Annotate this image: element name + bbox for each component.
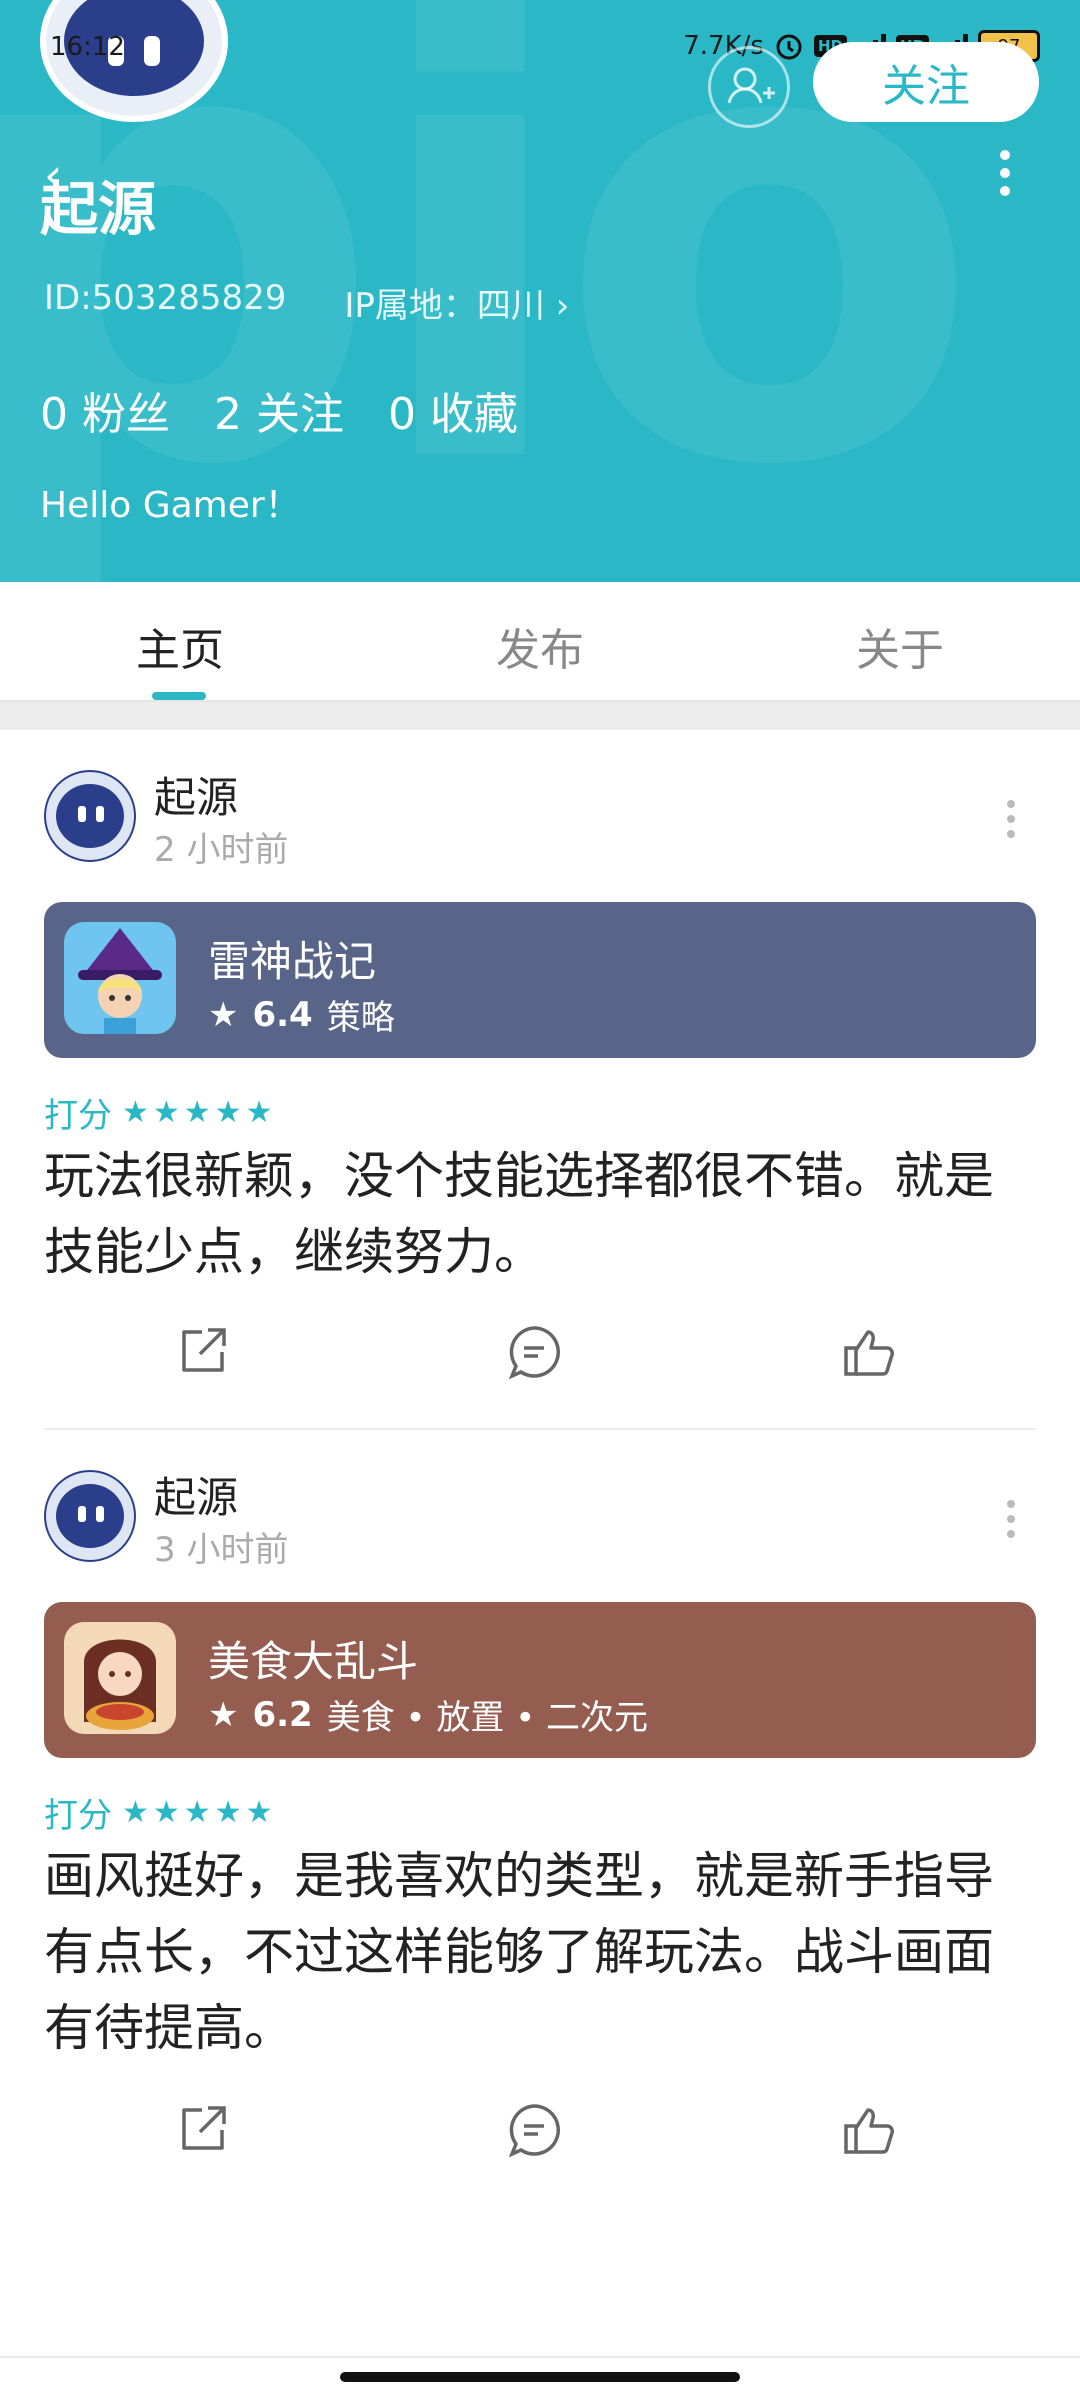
add-friend-icon[interactable]: [708, 46, 790, 128]
comment-icon[interactable]: [504, 2100, 564, 2160]
section-separator: [0, 702, 1080, 730]
post-actions: [0, 1322, 1080, 1402]
stat-following[interactable]: 2 关注: [214, 378, 344, 442]
post-more-icon[interactable]: [1007, 800, 1017, 845]
follow-button[interactable]: 关注: [813, 42, 1039, 122]
comment-icon[interactable]: [504, 1322, 564, 1382]
game-score: 6.4: [252, 994, 313, 1035]
thumbs-up-icon[interactable]: [840, 2100, 900, 2160]
game-card[interactable]: 美食大乱斗 ★ 6.2 美食 • 放置 • 二次元: [44, 1602, 1036, 1758]
game-card[interactable]: 雷神战记 ★ 6.4 策略: [44, 902, 1036, 1058]
profile-bio: Hello Gamer！: [40, 485, 301, 526]
tab-active-indicator: [152, 692, 206, 700]
thumbs-up-icon[interactable]: [840, 1322, 900, 1382]
profile-id: ID:503285829: [44, 278, 287, 318]
review-post: 起源 3 小时前 美食大乱斗 ★ 6.2 美食 • 放置 • 二次元 打分 ★★…: [0, 1430, 1080, 2190]
game-tags: 策略: [326, 998, 395, 1038]
post-more-icon[interactable]: [1007, 1500, 1017, 1545]
game-meta: ★ 6.2 美食 • 放置 • 二次元: [208, 1690, 648, 1739]
review-post: 起源 2 小时前 雷神战记 ★ 6.4 策略 打分 ★★★★★ 玩法很新颖，没个…: [0, 730, 1080, 1430]
rating-row: 打分 ★★★★★: [44, 1788, 276, 1837]
share-icon[interactable]: [172, 2100, 232, 2160]
rating-stars-icon: ★★★★★: [122, 1795, 277, 1830]
bottom-divider: [0, 2356, 1080, 2358]
game-title: 雷神战记: [208, 937, 377, 986]
ip-location[interactable]: IP属地：四川 ›: [344, 278, 569, 327]
profile-header: pio 16:12 7.7K/s HD HD 97 关注 ‹ 起源 ID:503…: [0, 0, 1080, 582]
profile-meta: ID:503285829 IP属地：四川 ›: [44, 278, 569, 327]
author-name[interactable]: 起源: [154, 764, 238, 825]
rating-row: 打分 ★★★★★: [44, 1088, 276, 1137]
more-options-icon[interactable]: [990, 150, 1020, 196]
star-icon: ★: [208, 994, 239, 1035]
game-score: 6.2: [252, 1694, 313, 1735]
post-time: 3 小时前: [154, 1530, 289, 1570]
rating-label: 打分: [44, 1096, 112, 1136]
author-name[interactable]: 起源: [154, 1464, 238, 1525]
review-text: 画风挺好，是我喜欢的类型，就是新手指导有点长，不过这样能够了解玩法。战斗画面有待…: [44, 1847, 994, 2057]
author-avatar[interactable]: [44, 1470, 136, 1562]
tab-about[interactable]: 关于: [810, 614, 990, 678]
profile-stats: 0 粉丝 2 关注 0 收藏: [40, 378, 518, 442]
game-meta: ★ 6.4 策略: [208, 990, 395, 1039]
review-text: 玩法很新颖，没个技能选择都很不错。就是技能少点，继续努力。: [44, 1147, 994, 1281]
author-avatar[interactable]: [44, 770, 136, 862]
game-icon: [64, 922, 176, 1034]
stat-favorites[interactable]: 0 收藏: [388, 378, 518, 442]
star-icon: ★: [208, 1694, 239, 1735]
rating-label: 打分: [44, 1796, 112, 1836]
game-title: 美食大乱斗: [208, 1637, 419, 1686]
tab-home[interactable]: 主页: [90, 614, 270, 678]
tab-posts[interactable]: 发布: [450, 614, 630, 678]
status-time: 16:12: [50, 32, 125, 62]
profile-tabs: 主页 发布 关于: [0, 582, 1080, 702]
post-time: 2 小时前: [154, 830, 289, 870]
rating-stars-icon: ★★★★★: [122, 1095, 277, 1130]
home-indicator[interactable]: [340, 2372, 740, 2382]
post-actions: [0, 2100, 1080, 2180]
game-icon: [64, 1622, 176, 1734]
profile-name: 起源: [40, 175, 157, 243]
stat-fans[interactable]: 0 粉丝: [40, 378, 170, 442]
game-tags: 美食 • 放置 • 二次元: [326, 1698, 649, 1738]
share-icon[interactable]: [172, 1322, 232, 1382]
